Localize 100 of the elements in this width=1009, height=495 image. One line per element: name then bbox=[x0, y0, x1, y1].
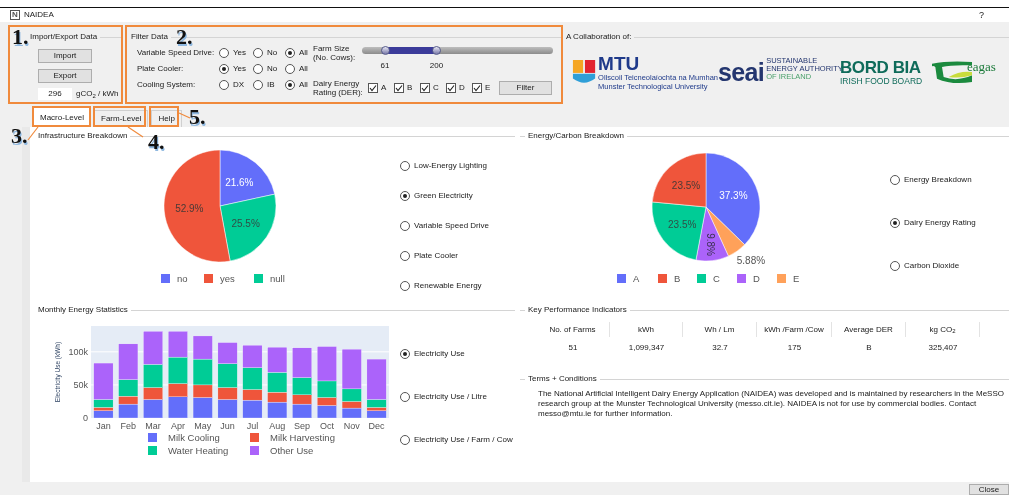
emission-factor-field[interactable]: 296 bbox=[38, 88, 72, 100]
app-icon: N bbox=[10, 10, 20, 20]
leader-line bbox=[27, 126, 39, 141]
option-label: D bbox=[459, 82, 465, 94]
option-label: Yes bbox=[233, 47, 247, 59]
legend-swatch bbox=[148, 433, 157, 442]
import-button[interactable]: Import bbox=[38, 49, 92, 63]
axis-tick-label: Jun bbox=[220, 421, 235, 431]
table-cell-text: 325,407 bbox=[927, 342, 959, 354]
legend-label: yes bbox=[220, 273, 235, 284]
checkbox[interactable] bbox=[394, 83, 404, 93]
leader-line bbox=[178, 112, 191, 119]
radio-button[interactable] bbox=[890, 175, 900, 185]
leader-line bbox=[127, 126, 144, 138]
radio-button[interactable] bbox=[400, 191, 410, 201]
column-header: No. of Farms bbox=[536, 322, 610, 337]
radio-button[interactable] bbox=[400, 281, 410, 291]
logo-wordmark: eagas bbox=[967, 60, 996, 73]
legend-swatch bbox=[737, 274, 746, 283]
axis-tick-label: 0 bbox=[83, 413, 88, 423]
radio-button[interactable] bbox=[253, 80, 263, 90]
option-label: Energy Breakdown bbox=[904, 174, 972, 186]
option-label: Electricity Use / Farm / Cow bbox=[414, 434, 513, 446]
annotation-number: 5. bbox=[189, 106, 206, 128]
option-label: Dairy Energy Rating bbox=[904, 217, 976, 229]
option-label: No bbox=[267, 47, 278, 59]
annotation-number: 3. bbox=[11, 125, 28, 147]
slider-reading: 61 bbox=[380, 60, 390, 72]
slice-label: 9.8% bbox=[705, 233, 717, 256]
terms-text: The National Artificial Intelligent Dairy Energy Application (NAIDEA) was developed and is maintained by researchers in the MeSSO research group at the Munster Technological University (messo.cit.ie). NAIDEA is not for use by commercial bodies. Contact messo@mtu.ie for further information. bbox=[538, 389, 1004, 419]
table-cell-text: 51 bbox=[567, 342, 579, 354]
table-cell-text: B bbox=[865, 342, 873, 354]
option-label: All bbox=[299, 79, 308, 91]
legend-swatch bbox=[697, 274, 706, 283]
option-label: Plate Cooler bbox=[414, 250, 459, 262]
axis-tick-label: 100k bbox=[68, 346, 88, 357]
legend-swatch bbox=[658, 274, 667, 283]
radio-button[interactable] bbox=[219, 64, 229, 74]
field-label: Dairy Energy bbox=[313, 79, 361, 88]
legend-label: A bbox=[633, 273, 640, 284]
group-title: Filter Data bbox=[131, 32, 168, 42]
column-header: Wh / Lm bbox=[683, 322, 757, 337]
radio-button[interactable] bbox=[400, 349, 410, 359]
option-label: Renewable Energy bbox=[414, 280, 482, 292]
radio-button[interactable] bbox=[400, 221, 410, 231]
export-button[interactable]: Export bbox=[38, 69, 92, 83]
column-header: Average DER bbox=[832, 322, 906, 337]
slice-label: 52.9% bbox=[175, 203, 204, 215]
checkbox[interactable] bbox=[420, 83, 430, 93]
slice-label: 37.3% bbox=[719, 189, 748, 201]
logo-wordmark: BORD BIA bbox=[840, 58, 922, 76]
axis-tick-label: Jan bbox=[96, 421, 111, 431]
radio-button[interactable] bbox=[285, 48, 295, 58]
radio-button[interactable] bbox=[890, 261, 900, 271]
slice-label: 23.5% bbox=[668, 219, 697, 231]
filter-button[interactable]: Filter bbox=[499, 81, 552, 95]
group-title: Infrastructure Breakdown bbox=[38, 131, 128, 141]
axis-tick-label: Nov bbox=[343, 421, 360, 431]
axis-tick-label: Apr bbox=[170, 421, 185, 431]
radio-button[interactable] bbox=[285, 80, 295, 90]
logo-wordmark: MTU bbox=[598, 54, 641, 73]
radio-button[interactable] bbox=[890, 218, 900, 228]
column-header: kg CO$_{2}$ bbox=[906, 322, 980, 337]
help-button[interactable]: ? bbox=[979, 10, 984, 20]
field-label: Plate Cooler: bbox=[137, 63, 185, 75]
radio-button[interactable] bbox=[400, 435, 410, 445]
radio-button[interactable] bbox=[253, 64, 263, 74]
legend-label: Water Heating bbox=[168, 445, 229, 456]
field-label: Rating (DER): bbox=[313, 88, 364, 97]
radio-button[interactable] bbox=[400, 161, 410, 171]
checkbox[interactable] bbox=[446, 83, 456, 93]
axis-tick-label: Jul bbox=[246, 421, 259, 431]
radio-button[interactable] bbox=[253, 48, 263, 58]
radio-button[interactable] bbox=[285, 64, 295, 74]
close-button[interactable]: Close bbox=[969, 484, 1009, 495]
unit-label: gCO$_{2}$ / kWh bbox=[76, 88, 119, 100]
table-cell-text: 1,099,347 bbox=[627, 342, 666, 354]
slider-thumb[interactable] bbox=[380, 46, 390, 55]
radio-button[interactable] bbox=[400, 392, 410, 402]
group-title: A Collaboration of: bbox=[566, 32, 632, 42]
option-label: Low-Energy Lighting bbox=[414, 160, 487, 172]
radio-button[interactable] bbox=[400, 251, 410, 261]
slider-thumb[interactable] bbox=[432, 46, 442, 55]
option-label: All bbox=[299, 63, 308, 75]
option-label: Variable Speed Drive bbox=[414, 220, 489, 232]
annotation-number: 4. bbox=[148, 131, 165, 153]
table-cell-text: 32.7 bbox=[711, 342, 729, 354]
legend-swatch bbox=[204, 274, 213, 283]
annotation-number: 1. bbox=[12, 26, 29, 48]
option-label: IB bbox=[267, 79, 275, 91]
checkbox[interactable] bbox=[368, 83, 378, 93]
field-label: (No. Cows): bbox=[313, 53, 357, 62]
legend-label: E bbox=[793, 273, 800, 284]
radio-button[interactable] bbox=[219, 48, 229, 58]
field-label: Variable Speed Drive: bbox=[137, 47, 216, 59]
option-label: E bbox=[485, 82, 491, 94]
legend-label: Other Use bbox=[270, 445, 314, 456]
option-label: No bbox=[267, 63, 278, 75]
checkbox[interactable] bbox=[472, 83, 482, 93]
radio-button[interactable] bbox=[219, 80, 229, 90]
